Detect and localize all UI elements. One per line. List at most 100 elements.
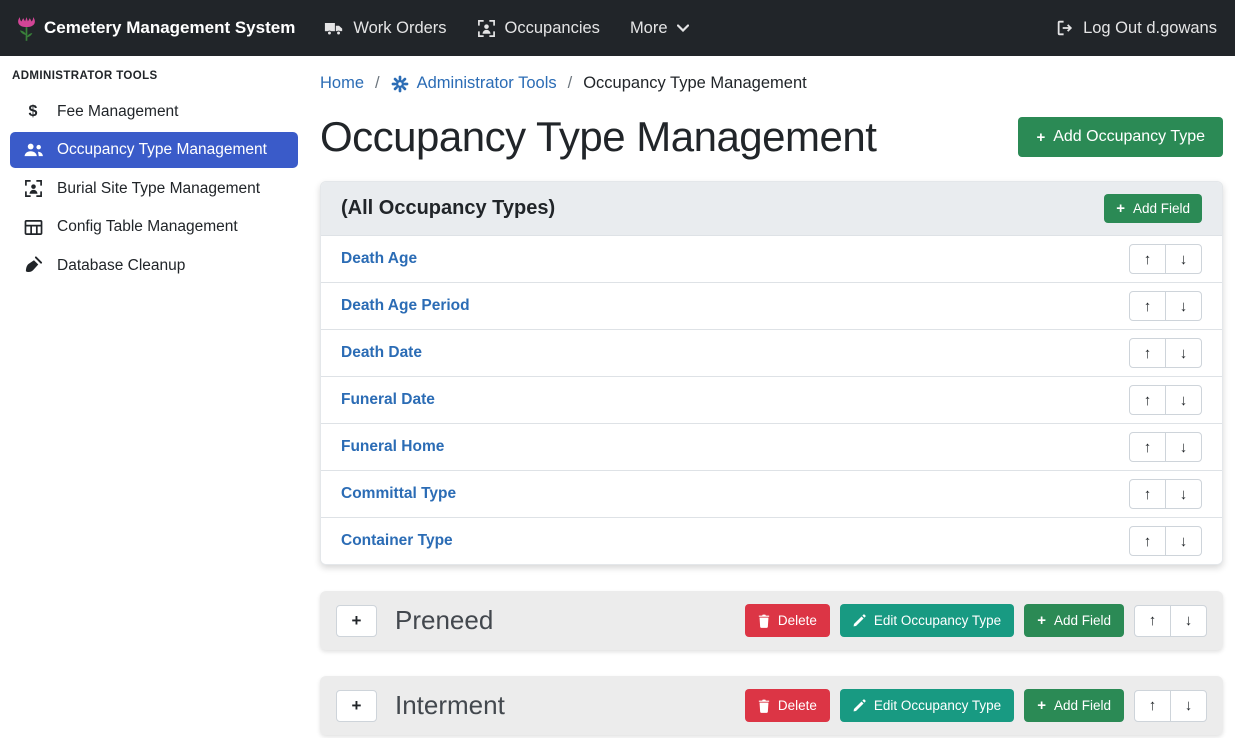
move-down-button[interactable]: ↓ (1165, 244, 1202, 274)
arrow-down-icon: ↓ (1180, 345, 1188, 362)
nav-occupancies[interactable]: Occupancies (462, 11, 615, 46)
breadcrumb-home-label: Home (320, 74, 364, 93)
move-up-button[interactable]: ↑ (1129, 244, 1166, 274)
logout-button[interactable]: Log Out d.gowans (1040, 11, 1217, 46)
nav-work-orders[interactable]: Work Orders (309, 11, 461, 46)
move-up-button[interactable]: ↑ (1129, 432, 1166, 462)
breadcrumb-current: Occupancy Type Management (583, 74, 807, 93)
breadcrumb-administrator-tools[interactable]: Administrator Tools (391, 74, 557, 93)
logout-icon (1055, 19, 1074, 37)
move-down-button[interactable]: ↓ (1165, 479, 1202, 509)
edit-occupancy-type-button[interactable]: Edit Occupancy Type (840, 604, 1014, 637)
sidebar-item-burial-site-type-management[interactable]: Burial Site Type Management (10, 170, 298, 207)
breadcrumb-home[interactable]: Home (320, 74, 364, 93)
plus-icon: + (352, 696, 362, 716)
arrow-down-icon: ↓ (1185, 612, 1193, 629)
layout: ADMINISTRATOR TOOLS $ Fee Management Occ… (0, 56, 1235, 738)
brand[interactable]: Cemetery Management System (18, 15, 295, 42)
field-link[interactable]: Death Date (341, 344, 422, 362)
trash-icon (758, 614, 770, 628)
person-frame-icon (22, 179, 44, 198)
move-up-button[interactable]: ↑ (1129, 291, 1166, 321)
move-down-button[interactable]: ↓ (1165, 526, 1202, 556)
nav-work-orders-label: Work Orders (353, 19, 446, 38)
field-link[interactable]: Death Age (341, 250, 417, 268)
nav-more[interactable]: More (615, 11, 704, 46)
move-up-button[interactable]: ↑ (1129, 338, 1166, 368)
person-frame-icon (477, 19, 496, 38)
sidebar-item-occupancy-type-management[interactable]: Occupancy Type Management (10, 132, 298, 168)
arrow-down-icon: ↓ (1180, 298, 1188, 315)
move-down-button[interactable]: ↓ (1165, 385, 1202, 415)
reorder-group: ↑ ↓ (1134, 690, 1207, 722)
brand-title: Cemetery Management System (44, 18, 295, 38)
reorder-group: ↑ ↓ (1129, 432, 1202, 462)
occupancy-type-title: Preneed (395, 605, 493, 636)
expand-button[interactable]: + (336, 605, 377, 637)
breadcrumb-separator: / (375, 74, 380, 93)
occupancy-type-section-interment: + Interment Delete (320, 676, 1223, 735)
occupancy-type-title: Interment (395, 690, 505, 721)
move-down-button[interactable]: ↓ (1170, 690, 1207, 722)
breadcrumb: Home / Administrator Tools (320, 70, 1223, 93)
top-navbar: Cemetery Management System Work Orders (0, 0, 1235, 56)
add-field-button[interactable]: + Add Field (1024, 689, 1124, 722)
add-occupancy-type-label: Add Occupancy Type (1053, 128, 1205, 146)
field-row: Container Type ↑ ↓ (321, 517, 1222, 564)
reorder-group: ↑ ↓ (1129, 526, 1202, 556)
add-occupancy-type-button[interactable]: + Add Occupancy Type (1018, 117, 1223, 157)
field-link[interactable]: Funeral Date (341, 391, 435, 409)
field-link[interactable]: Container Type (341, 532, 453, 550)
reorder-group: ↑ ↓ (1129, 244, 1202, 274)
move-up-button[interactable]: ↑ (1129, 526, 1166, 556)
bar-actions: Delete Edit Occupancy Type + Add Field (745, 689, 1207, 722)
field-link[interactable]: Funeral Home (341, 438, 444, 456)
gear-icon (391, 75, 409, 93)
sidebar-item-label: Occupancy Type Management (57, 141, 267, 159)
field-row: Funeral Home ↑ ↓ (321, 423, 1222, 470)
title-row: Occupancy Type Management + Add Occupanc… (320, 113, 1223, 161)
arrow-down-icon: ↓ (1180, 439, 1188, 456)
field-row: Death Date ↑ ↓ (321, 329, 1222, 376)
arrow-down-icon: ↓ (1180, 533, 1188, 550)
move-down-button[interactable]: ↓ (1170, 605, 1207, 637)
delete-label: Delete (778, 613, 817, 628)
truck-icon (324, 20, 344, 36)
move-up-button[interactable]: ↑ (1134, 690, 1171, 722)
sidebar-item-config-table-management[interactable]: Config Table Management (10, 209, 298, 245)
move-down-button[interactable]: ↓ (1165, 291, 1202, 321)
card-header: (All Occupancy Types) + Add Field (321, 182, 1222, 235)
field-row: Death Age Period ↑ ↓ (321, 282, 1222, 329)
field-link[interactable]: Committal Type (341, 485, 456, 503)
sidebar-item-database-cleanup[interactable]: Database Cleanup (10, 247, 298, 284)
add-field-label: Add Field (1133, 201, 1190, 216)
arrow-down-icon: ↓ (1185, 697, 1193, 714)
field-link[interactable]: Death Age Period (341, 297, 470, 315)
add-field-button[interactable]: + Add Field (1024, 604, 1124, 637)
move-down-button[interactable]: ↓ (1165, 338, 1202, 368)
move-up-button[interactable]: ↑ (1134, 605, 1171, 637)
delete-label: Delete (778, 698, 817, 713)
arrow-down-icon: ↓ (1180, 392, 1188, 409)
plus-icon: + (352, 611, 362, 631)
sidebar: ADMINISTRATOR TOOLS $ Fee Management Occ… (0, 56, 308, 738)
reorder-group: ↑ ↓ (1129, 338, 1202, 368)
field-row: Funeral Date ↑ ↓ (321, 376, 1222, 423)
delete-button[interactable]: Delete (745, 604, 830, 637)
add-field-button[interactable]: + Add Field (1104, 194, 1202, 223)
move-down-button[interactable]: ↓ (1165, 432, 1202, 462)
card-title: (All Occupancy Types) (341, 197, 555, 220)
all-occupancy-types-card: (All Occupancy Types) + Add Field Death … (320, 181, 1223, 565)
app-root: Cemetery Management System Work Orders (0, 0, 1235, 738)
sidebar-item-label: Database Cleanup (57, 257, 185, 275)
expand-button[interactable]: + (336, 690, 377, 722)
pencil-icon (853, 614, 866, 627)
move-up-button[interactable]: ↑ (1129, 385, 1166, 415)
move-up-button[interactable]: ↑ (1129, 479, 1166, 509)
arrow-down-icon: ↓ (1180, 251, 1188, 268)
sidebar-item-fee-management[interactable]: $ Fee Management (10, 94, 298, 130)
edit-occupancy-type-button[interactable]: Edit Occupancy Type (840, 689, 1014, 722)
add-field-label: Add Field (1054, 613, 1111, 628)
table-icon (22, 219, 44, 236)
delete-button[interactable]: Delete (745, 689, 830, 722)
